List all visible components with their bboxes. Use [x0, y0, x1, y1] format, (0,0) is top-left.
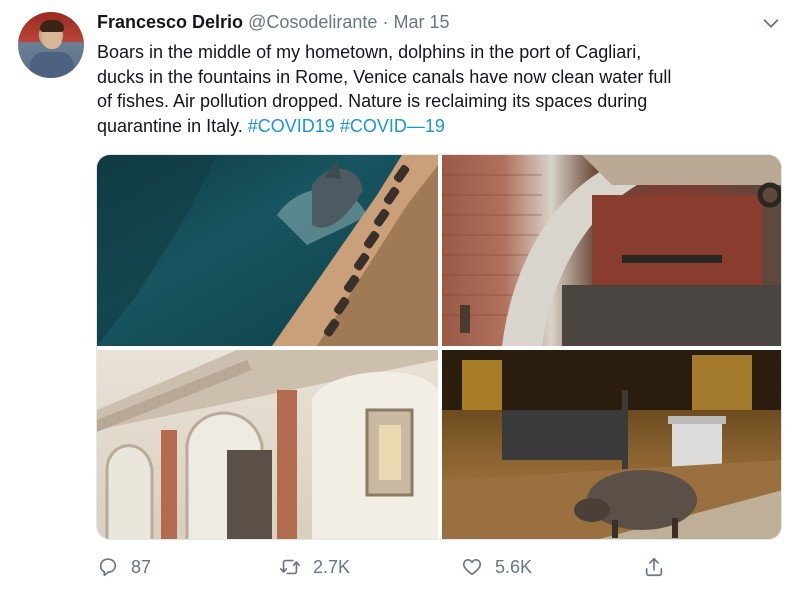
retweet-icon: [280, 559, 300, 575]
tweet-text-line-fragment: quarantine in Italy.: [97, 115, 248, 136]
photo-boar-street[interactable]: [442, 350, 781, 539]
tweet-text-line-last: quarantine in Italy. #COVID19 #COVID—19: [97, 114, 787, 139]
tweet-date[interactable]: Mar 15: [393, 12, 449, 32]
retweet-count: 2.7K: [313, 556, 351, 577]
hashtag-link[interactable]: #COVID—19: [340, 116, 445, 136]
author-handle[interactable]: @Cosodelirante: [248, 12, 377, 32]
share-icon: [645, 557, 663, 577]
avatar-hair: [40, 20, 64, 32]
heart-icon: [462, 559, 482, 576]
reply-icon: [99, 558, 117, 577]
header-separator: ·: [382, 12, 389, 32]
tweet-text-line: ducks in the fountains in Rome, Venice c…: [97, 66, 672, 87]
photo-rome-building[interactable]: [97, 350, 438, 539]
hashtag-link[interactable]: #COVID19: [248, 116, 335, 136]
tweet-card: Francesco Delrio @Cosodelirante · Mar 15…: [0, 0, 800, 592]
photo-dolphin-port[interactable]: [97, 155, 438, 346]
tweet-text-line: Boars in the middle of my hometown, dolp…: [97, 42, 642, 62]
avatar[interactable]: [18, 12, 84, 78]
tweet-header: Francesco Delrio @Cosodelirante · Mar 15: [97, 12, 449, 36]
tweet-actions: 87 2.7K 5.6K: [97, 552, 697, 582]
tweet-text-line: of fishes. Air pollution dropped. Nature…: [97, 91, 648, 111]
like-count: 5.6K: [495, 556, 533, 577]
like-button[interactable]: 5.6K: [461, 552, 532, 582]
avatar-shirt: [30, 52, 74, 78]
retweet-button[interactable]: 2.7K: [279, 552, 350, 582]
media-grid: [96, 154, 782, 540]
share-button[interactable]: [643, 552, 677, 582]
reply-button[interactable]: 87: [97, 552, 151, 582]
reply-count: 87: [131, 556, 152, 577]
tweet-text: Boars in the middle of my hometown, dolp…: [97, 40, 787, 138]
chevron-down-icon[interactable]: [760, 12, 782, 34]
photo-venice-arch[interactable]: [442, 155, 781, 346]
author-name[interactable]: Francesco Delrio: [97, 12, 243, 32]
